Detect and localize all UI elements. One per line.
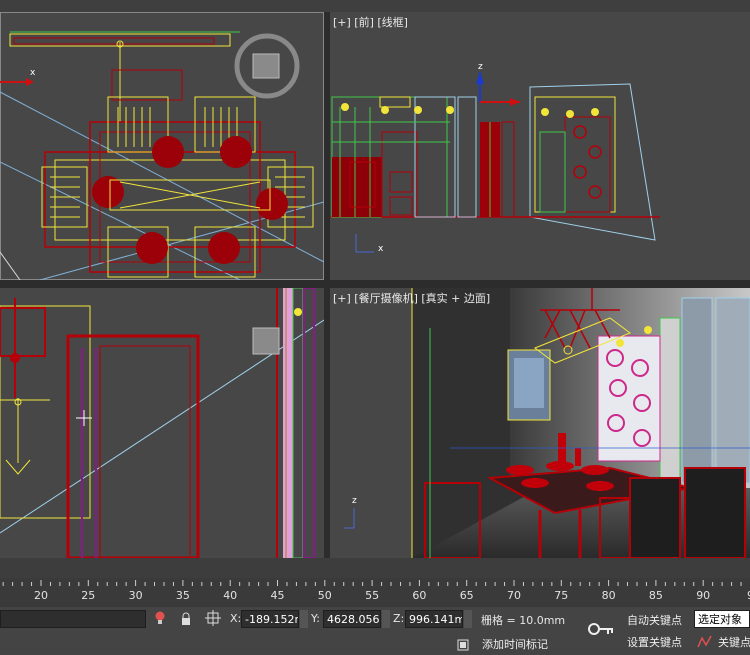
timeline-tick-label: 40 [223, 589, 238, 602]
timeline-tick-label: 85 [648, 589, 663, 602]
maxscript-listener[interactable] [0, 610, 146, 628]
camera-render [344, 288, 750, 558]
status-bar: X: -189.152m Y: 4628.056m Z: 996.141mr 栅… [0, 607, 750, 652]
x-coord-spinner[interactable] [300, 610, 308, 628]
time-slider-track[interactable] [0, 558, 750, 578]
z-coord-spinner[interactable] [464, 610, 472, 628]
axis-x-label: x [30, 68, 36, 78]
timeline-ruler[interactable]: 2025303540455055606570758085909 [0, 558, 750, 607]
timeline-tick-label: 20 [34, 589, 48, 602]
timeline-tick-label: 45 [270, 589, 285, 602]
viewport-camera-label: [+] [餐厅摄像机] [真实 + 边面] [333, 292, 491, 305]
timeline-tick-label: 65 [459, 589, 474, 602]
lightbulb-icon[interactable] [154, 610, 166, 626]
timeline-tick-label: 75 [554, 589, 569, 602]
viewport-separator-horizontal[interactable] [0, 280, 750, 288]
auto-key-button[interactable]: 自动关键点 [627, 612, 682, 628]
front-view-wireframe [330, 72, 660, 253]
viewport-front[interactable]: [+] [前] [线框] z x [330, 12, 750, 280]
x-coord-field[interactable]: -189.152m [241, 610, 299, 628]
viewport-separator-vertical[interactable] [324, 0, 330, 558]
timeline-ticks [2, 580, 742, 586]
y-coord-spinner[interactable] [382, 610, 390, 628]
viewport-top[interactable]: x [0, 12, 324, 280]
add-time-tag-icon[interactable] [457, 636, 469, 651]
set-key-button[interactable]: 设置关键点 [627, 634, 682, 650]
timeline-tick-label: 70 [507, 589, 521, 602]
key-icon[interactable] [588, 621, 614, 635]
add-time-tag-button[interactable]: 添加时间标记 [482, 636, 548, 652]
timeline-tick-label: 35 [175, 589, 190, 602]
axis-x-label-front: x [378, 244, 384, 254]
selected-object-dropdown[interactable]: 选定对象 [694, 610, 750, 628]
x-coord-label: X: [230, 612, 242, 625]
top-view-wireframe [0, 12, 324, 280]
z-coord-label: Z: [393, 612, 405, 625]
z-coord-field[interactable]: 996.141mr [405, 610, 463, 628]
grid-size-label: 栅格 = 10.0mm [481, 614, 566, 627]
timeline-tick-label: 30 [128, 589, 143, 602]
y-coord-label: Y: [311, 612, 320, 625]
key-filters-button[interactable]: 关键点 [718, 634, 750, 650]
viewport-top-edge [0, 0, 750, 12]
timeline-tick-label: 50 [317, 589, 332, 602]
absolute-mode-icon[interactable] [205, 610, 221, 626]
y-coord-field[interactable]: 4628.056m [323, 610, 381, 628]
key-filters-icon[interactable] [697, 634, 713, 648]
left-view-wireframe [0, 288, 324, 558]
timeline-tick-label: 25 [81, 589, 96, 602]
axis-z-label: z [478, 62, 483, 72]
timeline-tick-label: 55 [365, 589, 380, 602]
viewport-left[interactable] [0, 288, 324, 558]
lock-icon[interactable] [180, 611, 192, 625]
viewport-camera[interactable]: [+] [餐厅摄像机] [真实 + 边面] z [330, 288, 750, 558]
timeline-tick-label: 60 [412, 589, 427, 602]
timeline-tick-label: 90 [696, 589, 711, 602]
axis-z-label-camera: z [352, 496, 357, 506]
timeline-tick-label: 80 [601, 589, 616, 602]
